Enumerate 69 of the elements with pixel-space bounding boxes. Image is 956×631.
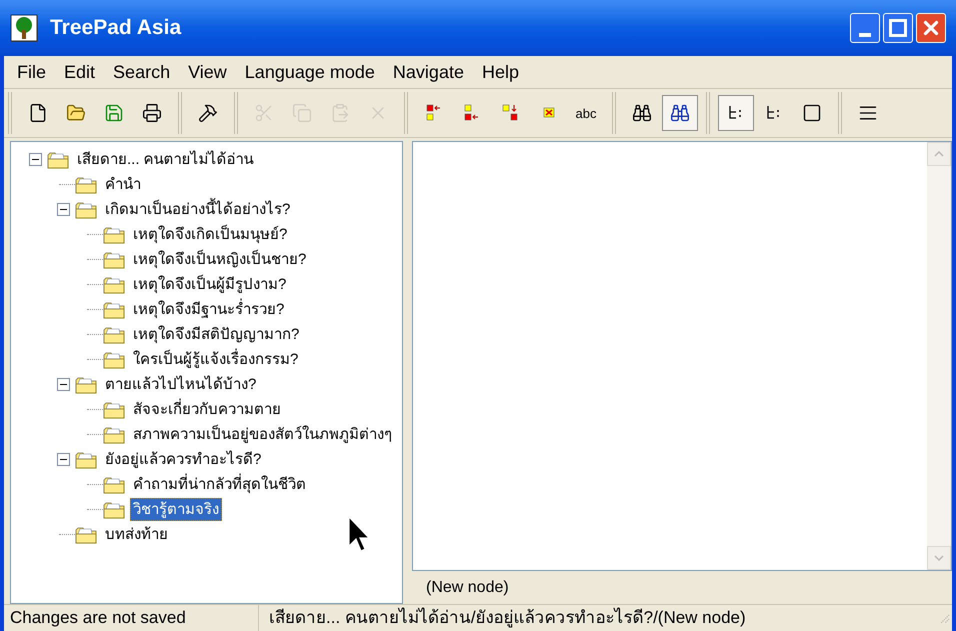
printer-icon — [142, 103, 162, 123]
menu-item[interactable]: Navigate — [384, 58, 473, 86]
close-button[interactable] — [916, 13, 946, 43]
menu-item[interactable]: Search — [104, 58, 180, 86]
tree-node[interactable]: บทส่งท้าย — [102, 523, 171, 546]
collapse-toggle[interactable] — [56, 378, 70, 391]
folder-icon — [103, 426, 125, 444]
minimize-icon — [859, 33, 871, 37]
folder-icon — [103, 476, 125, 494]
maximize-button[interactable] — [883, 13, 913, 43]
binoculars-icon — [632, 103, 652, 123]
folder-icon — [103, 400, 125, 418]
folder-icon — [75, 526, 97, 544]
paste-icon — [330, 103, 350, 123]
tree-node[interactable]: สภาพความเป็นอยู่ของสัตว์ในภพภูมิต่างๆ — [130, 423, 395, 446]
folder-icon — [103, 326, 125, 344]
folder-icon — [103, 300, 125, 318]
collapse-toggle[interactable] — [56, 203, 70, 216]
folder-icon — [75, 200, 97, 218]
tree-node[interactable]: ใครเป็นผู้รู้แจ้งเรื่องกรรม? — [130, 348, 302, 371]
tree-node[interactable]: เหตุใดจึงเกิดเป็นมนุษย์? — [130, 223, 290, 246]
tree-node[interactable]: สัจจะเกี่ยวกับความตาย — [130, 398, 284, 421]
folder-icon — [103, 226, 125, 244]
tree-node[interactable]: เหตุใดจึงเป็นหญิงเป็นชาย? — [130, 248, 310, 271]
menu-item[interactable]: View — [179, 58, 236, 86]
folder-icon — [75, 176, 97, 194]
hammer-icon — [198, 103, 218, 123]
menu-item[interactable]: Edit — [55, 58, 104, 86]
status-path: เสียดาย... คนตายไม่ได้อ่าน/ยังอยู่แล้วควรทำอะไรดี?/(New node) — [258, 605, 746, 631]
node-icon — [500, 103, 520, 123]
tree-node[interactable]: วิชารู้ตามจริง — [130, 498, 222, 521]
tree-node[interactable]: เหตุใดจึงเป็นผู้มีรูปงาม? — [130, 273, 290, 296]
tree-node[interactable]: เหตุใดจึงมีสติปัญญามาก? — [130, 323, 302, 346]
folder-icon — [103, 350, 125, 368]
new-file-icon — [28, 103, 48, 123]
collapse-toggle[interactable] — [28, 153, 42, 166]
binoculars-icon — [670, 103, 690, 123]
window-title: TreePad Asia — [50, 15, 182, 42]
toolbar-button[interactable]: abc — [568, 95, 604, 131]
folder-icon — [103, 276, 125, 294]
tree-node[interactable]: เสียดาย... คนตายไม่ได้อ่าน — [74, 148, 257, 171]
folder-icon — [75, 376, 97, 394]
folder-icon — [103, 500, 125, 518]
menu-item[interactable]: Help — [472, 58, 528, 86]
tree-node[interactable]: ยังอยู่แล้วควรทำอะไรดี? — [102, 448, 264, 471]
copy-icon — [292, 103, 312, 123]
open-folder-icon — [66, 103, 86, 123]
collapse-toggle[interactable] — [56, 453, 70, 466]
tree-node[interactable]: คำถามที่น่ากลัวที่สุดในชีวิต — [130, 473, 309, 496]
tree-node[interactable]: คำนำ — [102, 173, 144, 196]
tree-icon — [10, 14, 38, 42]
minimize-button[interactable] — [850, 13, 880, 43]
tree-node[interactable]: เกิดมาเป็นอย่างนี้ได้อย่างไร? — [102, 198, 294, 221]
menu-item[interactable]: Language mode — [236, 58, 384, 86]
save-icon — [104, 103, 124, 123]
menu-item[interactable]: File — [8, 58, 56, 86]
tree-node[interactable]: ตายแล้วไปไหนได้บ้าง? — [102, 373, 260, 396]
scissors-icon — [254, 103, 274, 123]
maximize-icon — [889, 19, 907, 37]
toolbar-button[interactable] — [662, 95, 698, 131]
tree-node[interactable]: เหตุใดจึงมีฐานะร่ำรวย? — [130, 298, 288, 321]
node-title: (New node) — [426, 578, 509, 598]
folder-icon — [75, 450, 97, 468]
status-text: Changes are not saved — [9, 607, 187, 630]
blank-page-icon — [802, 103, 822, 123]
resize-grip-icon — [938, 612, 950, 624]
folder-icon — [103, 250, 125, 268]
folder-icon — [47, 150, 69, 168]
toolbar-button[interactable] — [718, 95, 754, 131]
